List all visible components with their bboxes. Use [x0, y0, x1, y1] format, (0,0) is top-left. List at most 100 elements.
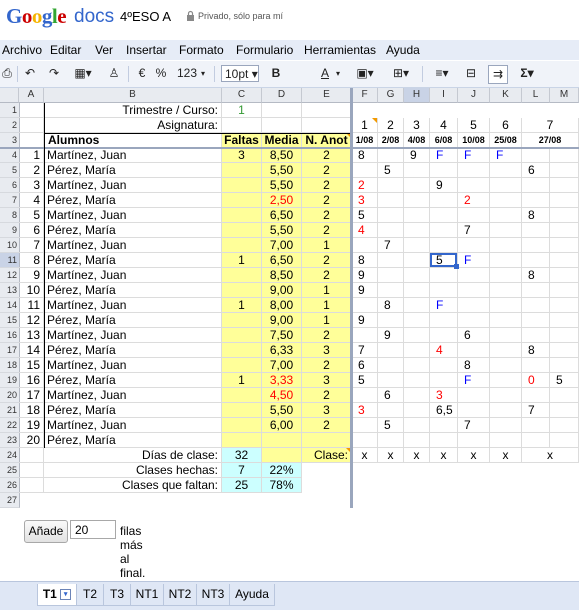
menu-formulario[interactable]: Formulario: [236, 43, 293, 57]
student-name[interactable]: Pérez, María: [44, 283, 222, 298]
student-name[interactable]: Pérez, María: [44, 163, 222, 178]
grade-cell[interactable]: F: [430, 298, 458, 313]
clases-hechas-value[interactable]: 7: [222, 463, 262, 478]
tab-ayuda[interactable]: Ayuda: [229, 584, 275, 606]
row-header[interactable]: 27: [0, 493, 20, 508]
media-value[interactable]: 7,00: [262, 238, 302, 253]
media-value[interactable]: 5,50: [262, 403, 302, 418]
row-header[interactable]: 7: [0, 193, 20, 208]
student-name[interactable]: Martínez, Juan: [44, 418, 222, 433]
grade-cell[interactable]: 8: [458, 358, 490, 373]
date-header[interactable]: 2/08: [378, 133, 404, 148]
grade-cell[interactable]: [378, 178, 404, 193]
row-header[interactable]: 22: [0, 418, 20, 433]
grade-cell[interactable]: 8: [378, 298, 404, 313]
student-name[interactable]: Pérez, María: [44, 253, 222, 268]
asignatura-value[interactable]: [222, 118, 262, 133]
media-value[interactable]: 9,00: [262, 283, 302, 298]
grid-cell[interactable]: [302, 103, 352, 118]
alumnos-header[interactable]: Alumnos: [44, 133, 222, 148]
column-header-c[interactable]: C: [222, 88, 262, 103]
column-header-i[interactable]: I: [430, 88, 458, 103]
column-header-b[interactable]: B: [44, 88, 222, 103]
grid-cell[interactable]: [262, 448, 302, 463]
grade-cell[interactable]: [490, 358, 522, 373]
grade-cell[interactable]: [550, 433, 579, 448]
grade-cell[interactable]: 9: [430, 178, 458, 193]
student-number[interactable]: 7: [19, 238, 44, 253]
clear-format-icon[interactable]: ♙: [106, 65, 122, 82]
grade-cell[interactable]: F: [458, 373, 490, 388]
row-header[interactable]: 13: [0, 283, 20, 298]
product-name[interactable]: docs: [74, 6, 114, 28]
tab-t1[interactable]: T1 ▾: [37, 584, 77, 606]
student-number[interactable]: 4: [19, 193, 44, 208]
column-header-m[interactable]: M: [550, 88, 579, 103]
date-header[interactable]: 27/08: [522, 133, 579, 148]
wrap-text-icon[interactable]: ⇉: [488, 65, 508, 84]
grade-cell[interactable]: [550, 193, 579, 208]
grade-cell[interactable]: F: [458, 253, 490, 268]
grade-cell[interactable]: [378, 343, 404, 358]
grade-cell[interactable]: [404, 418, 430, 433]
day-number[interactable]: 4: [430, 118, 458, 133]
grade-cell[interactable]: [490, 178, 522, 193]
dias-clase-value[interactable]: 32: [222, 448, 262, 463]
anotaciones-value[interactable]: 3: [302, 343, 352, 358]
column-header-e[interactable]: E: [302, 88, 352, 103]
grade-cell[interactable]: [378, 148, 404, 163]
add-rows-count-input[interactable]: [70, 520, 116, 539]
grade-cell[interactable]: [550, 358, 579, 373]
student-name[interactable]: Pérez, María: [44, 223, 222, 238]
grade-cell[interactable]: [522, 388, 550, 403]
grade-cell[interactable]: F: [490, 148, 522, 163]
grid-cell[interactable]: [302, 118, 352, 133]
day-number[interactable]: 2: [378, 118, 404, 133]
grade-cell[interactable]: [458, 388, 490, 403]
tab-t2[interactable]: T2: [76, 584, 104, 606]
grade-cell[interactable]: [522, 148, 550, 163]
grade-cell[interactable]: 7: [458, 418, 490, 433]
chevron-down-icon[interactable]: ▾: [334, 65, 342, 82]
frozen-column-divider[interactable]: [350, 88, 353, 508]
faltas-value[interactable]: 1: [222, 373, 262, 388]
media-value[interactable]: [262, 433, 302, 448]
percent-button[interactable]: %: [154, 65, 168, 82]
date-header[interactable]: 10/08: [458, 133, 490, 148]
column-header-k[interactable]: K: [490, 88, 522, 103]
student-number[interactable]: 9: [19, 268, 44, 283]
anotaciones-value[interactable]: 2: [302, 253, 352, 268]
faltas-value[interactable]: 1: [222, 253, 262, 268]
grade-cell[interactable]: 9: [378, 328, 404, 343]
grade-cell[interactable]: [430, 373, 458, 388]
grade-cell[interactable]: 8: [522, 208, 550, 223]
anotaciones-value[interactable]: 2: [302, 163, 352, 178]
grade-cell[interactable]: [430, 223, 458, 238]
day-number[interactable]: 7: [522, 118, 579, 133]
anotaciones-value[interactable]: 1: [302, 313, 352, 328]
faltas-value[interactable]: [222, 433, 262, 448]
align-icon[interactable]: ≡▾: [430, 65, 454, 82]
grade-cell[interactable]: 7: [378, 238, 404, 253]
faltas-value[interactable]: [222, 328, 262, 343]
chevron-down-icon[interactable]: ▾: [199, 65, 207, 82]
redo-icon[interactable]: ↷: [46, 65, 62, 82]
grade-cell[interactable]: 7: [522, 403, 550, 418]
student-number[interactable]: 10: [19, 283, 44, 298]
grade-cell[interactable]: 5: [550, 373, 579, 388]
font-size-dropdown[interactable]: 10pt ▾: [221, 65, 259, 82]
clases-hechas-percent[interactable]: 22%: [262, 463, 302, 478]
grade-cell[interactable]: [404, 283, 430, 298]
grade-cell[interactable]: 9: [404, 148, 430, 163]
student-number[interactable]: 18: [19, 403, 44, 418]
grade-cell[interactable]: [522, 358, 550, 373]
grade-cell[interactable]: 9: [352, 283, 378, 298]
bold-button[interactable]: B: [270, 65, 282, 82]
row-header[interactable]: 9: [0, 223, 20, 238]
grid-cell[interactable]: [262, 118, 302, 133]
grade-cell[interactable]: [404, 313, 430, 328]
student-number[interactable]: 19: [19, 418, 44, 433]
grade-cell[interactable]: 3: [352, 403, 378, 418]
column-header-f[interactable]: F: [352, 88, 378, 103]
grade-cell[interactable]: 8: [352, 148, 378, 163]
